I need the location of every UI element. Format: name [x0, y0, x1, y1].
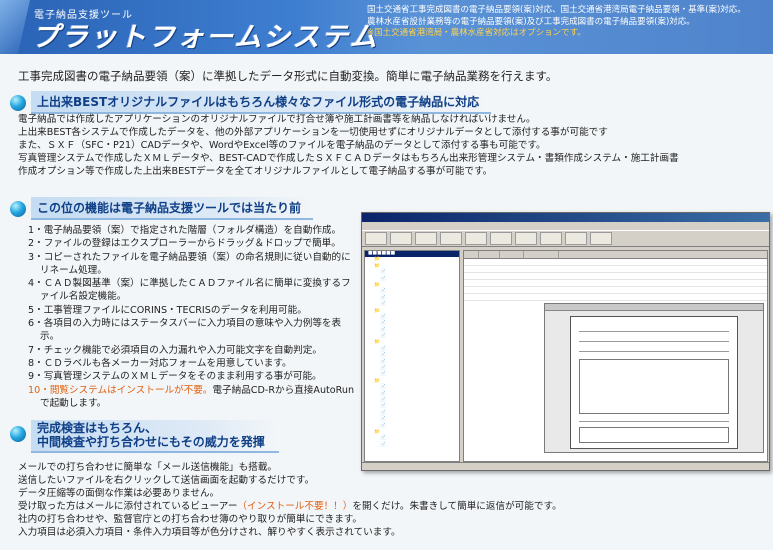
section-3-title-line: 中間検査や打ち合わせにもその威力を発揮 [37, 435, 265, 449]
table-row [464, 287, 767, 294]
section-1-line: 写真管理システムで作成したＸＭＬデータや、BEST-CADで作成したＳＸＦＣＡＤ… [18, 153, 679, 164]
section-1-line: 電子納品では作成したアプリケーションのオリジナルファイルで打合せ簿や施工計画書等… [18, 114, 536, 125]
toolbar-button [365, 232, 387, 245]
section-1-line: また、ＳＸＦ（SFC・P21）CADデータや、WordやExcel等のファイルを… [18, 140, 546, 151]
document-viewer [544, 303, 764, 453]
table-row [464, 266, 767, 273]
section-3-text: を開くだけ。朱書きして簡単に返信が可能です。 [352, 501, 562, 512]
section-1-line: 上出来BEST各システムで作成したデータを、他の外部アプリケーションを一切使用せ… [18, 127, 608, 138]
header-banner: 電子納品支援ツール プラットフォームシステム 国土交通省工事完成図書の電子納品要… [0, 0, 773, 54]
section-1-line: 作成オプション等で作成した上出来BESTデータを全てオリジナルファイルとして電子… [18, 166, 493, 177]
detail-pane [463, 250, 768, 462]
viewer-toolbar [545, 304, 763, 311]
banner-title: プラットフォームシステム [32, 22, 379, 53]
toolbar-button [390, 232, 412, 245]
section-3-highlight: （インストール不要！！） [237, 501, 353, 512]
table-row [464, 259, 767, 266]
section-3-line: データ圧縮等の面倒な作業は必要ありません。 [18, 488, 220, 499]
list-item: 5・工事管理ファイルにCORINS・TECRISのデータを利用可能。 [28, 304, 307, 316]
section-3-body: メールでの打ち合わせに簡単な「メール送信機能」も搭載。 送信したいファイルを右ク… [18, 461, 562, 539]
lead-text: 工事完成図書の電子納品要領（案）に準拠したデータ形式に自動変換。簡単に電子納品業… [18, 69, 558, 83]
table-row [464, 280, 767, 287]
list-item: 9・写真管理システムのＸＭＬデータをそのまま利用する事が可能。 [28, 371, 322, 383]
toolbar-button [515, 232, 537, 245]
list-item: 3・コピーされたファイルを電子納品要領（案）の命名規則に従い自動的にリネーム処理… [28, 251, 351, 276]
section-1-heading: 上出来BESTオリジナルファイルはもちろん様々なファイル形式の電子納品に対応 [10, 91, 492, 114]
app-toolbar [362, 230, 769, 247]
bullet-orb-icon [10, 426, 26, 442]
section-2-title: この位の機能は電子納品支援ツールでは当たり前 [31, 197, 314, 220]
list-item: 6・各項目の入力時にはステータスバーに入力項目の意味や入力例等を表示。 [28, 318, 342, 343]
toolbar-button [565, 232, 587, 245]
banner-notes: 国土交通省工事完成図書の電子納品要領(案)対応、国土交通省港湾局電子納品要領・基… [367, 5, 767, 40]
toolbar-button [540, 232, 562, 245]
feature-list: 1・電子納品要領（案）で指定された階層（フォルダ構造）を自動作成。 2・ファイル… [28, 224, 358, 410]
list-item: 7・チェック機能で必須項目の入力漏れや入力可能文字を自動判定。 [28, 344, 322, 356]
section-3-line: 社内の打ち合わせや、監督官庁との打ち合わせ簿のやり取りが簡単にできます。 [18, 514, 363, 525]
section-3-heading: 完成検査はもちろん、 中間検査や打ち合わせにもその威力を発揮 [10, 420, 279, 453]
section-2-heading: この位の機能は電子納品支援ツールでは当たり前 [10, 197, 314, 220]
section-3-title: 完成検査はもちろん、 中間検査や打ち合わせにもその威力を発揮 [31, 420, 279, 453]
toolbar-button [490, 232, 512, 245]
list-item: 4・ＣＡＤ製図基準（案）に準拠したＣＡＤファイル名に簡単に変換するファイル名設定… [28, 278, 351, 303]
section-3-title-line: 完成検査はもちろん、 [37, 421, 158, 435]
list-item-highlight: 閲覧システムはインストールが不要。 [49, 384, 213, 396]
banner-note-option: ※国土交通省港湾局・農林水産省対応はオプションです。 [367, 28, 586, 38]
list-item: 1・電子納品要領（案）で指定された階層（フォルダ構造）を自動作成。 [28, 225, 342, 236]
banner-note-2: 農林水産省設計業務等の電子納品要領(案)及び工事完成図書の電子納品要領(案)対応… [367, 16, 695, 27]
tree-row: 📄 [380, 442, 386, 448]
banner-swoosh [0, 0, 30, 54]
folder-tree: ■■■■■■ 📁 📁 📄 📄 📁 📄 📄 📄 📁 📄 📄 📄 📄 📁 📄 📄 📄… [364, 250, 460, 462]
table-row [464, 294, 767, 301]
list-item-number: 10・ [28, 384, 50, 396]
list-item: 2・ファイルの登録はエクスプローラーからドラッグ＆ドロップで簡単。 [28, 238, 341, 250]
section-3-line: 入力項目は必須入力項目・条件入力項目等が色分けされ、解りやすく表示されています。 [18, 527, 401, 538]
bullet-orb-icon [10, 94, 26, 111]
app-screenshot: ■■■■■■ 📁 📁 📄 📄 📁 📄 📄 📄 📁 📄 📄 📄 📄 📁 📄 📄 📄… [361, 212, 770, 471]
section-3-line: 送信したいファイルを右クリックして送信画面を起動するだけです。 [18, 475, 315, 486]
list-item: 8・ＣＤラベルも各メーカー対応フォームを用意しています。 [28, 357, 292, 369]
toolbar-button [465, 232, 487, 245]
table-row [464, 273, 767, 280]
section-3-line: 受け取った方はメールに添付されているビューアー（インストール不要！！）を開くだけ… [18, 500, 562, 513]
document-page [570, 316, 738, 449]
app-menubar [362, 222, 769, 230]
toolbar-button [590, 232, 612, 245]
section-1-title: 上出来BESTオリジナルファイルはもちろん様々なファイル形式の電子納品に対応 [31, 91, 492, 114]
toolbar-button [440, 232, 462, 245]
banner-note-1: 国土交通省工事完成図書の電子納品要領(案)対応、国土交通省港湾局電子納品要領・基… [367, 5, 746, 15]
section-3-text: 受け取った方はメールに添付されているビューアー [18, 501, 238, 512]
section-1-body: 電子納品では作成したアプリケーションのオリジナルファイルで打合せ簿や施工計画書等… [18, 113, 679, 178]
list-item: 10・閲覧システムはインストールが不要。電子納品CD-Rから直接AutoRunで… [28, 384, 358, 411]
section-3-line: メールでの打ち合わせに簡単な「メール送信機能」も搭載。 [18, 462, 278, 473]
toolbar-button [415, 232, 437, 245]
app-titlebar [362, 213, 769, 222]
grid-header [464, 251, 767, 259]
bullet-orb-icon [10, 200, 26, 217]
